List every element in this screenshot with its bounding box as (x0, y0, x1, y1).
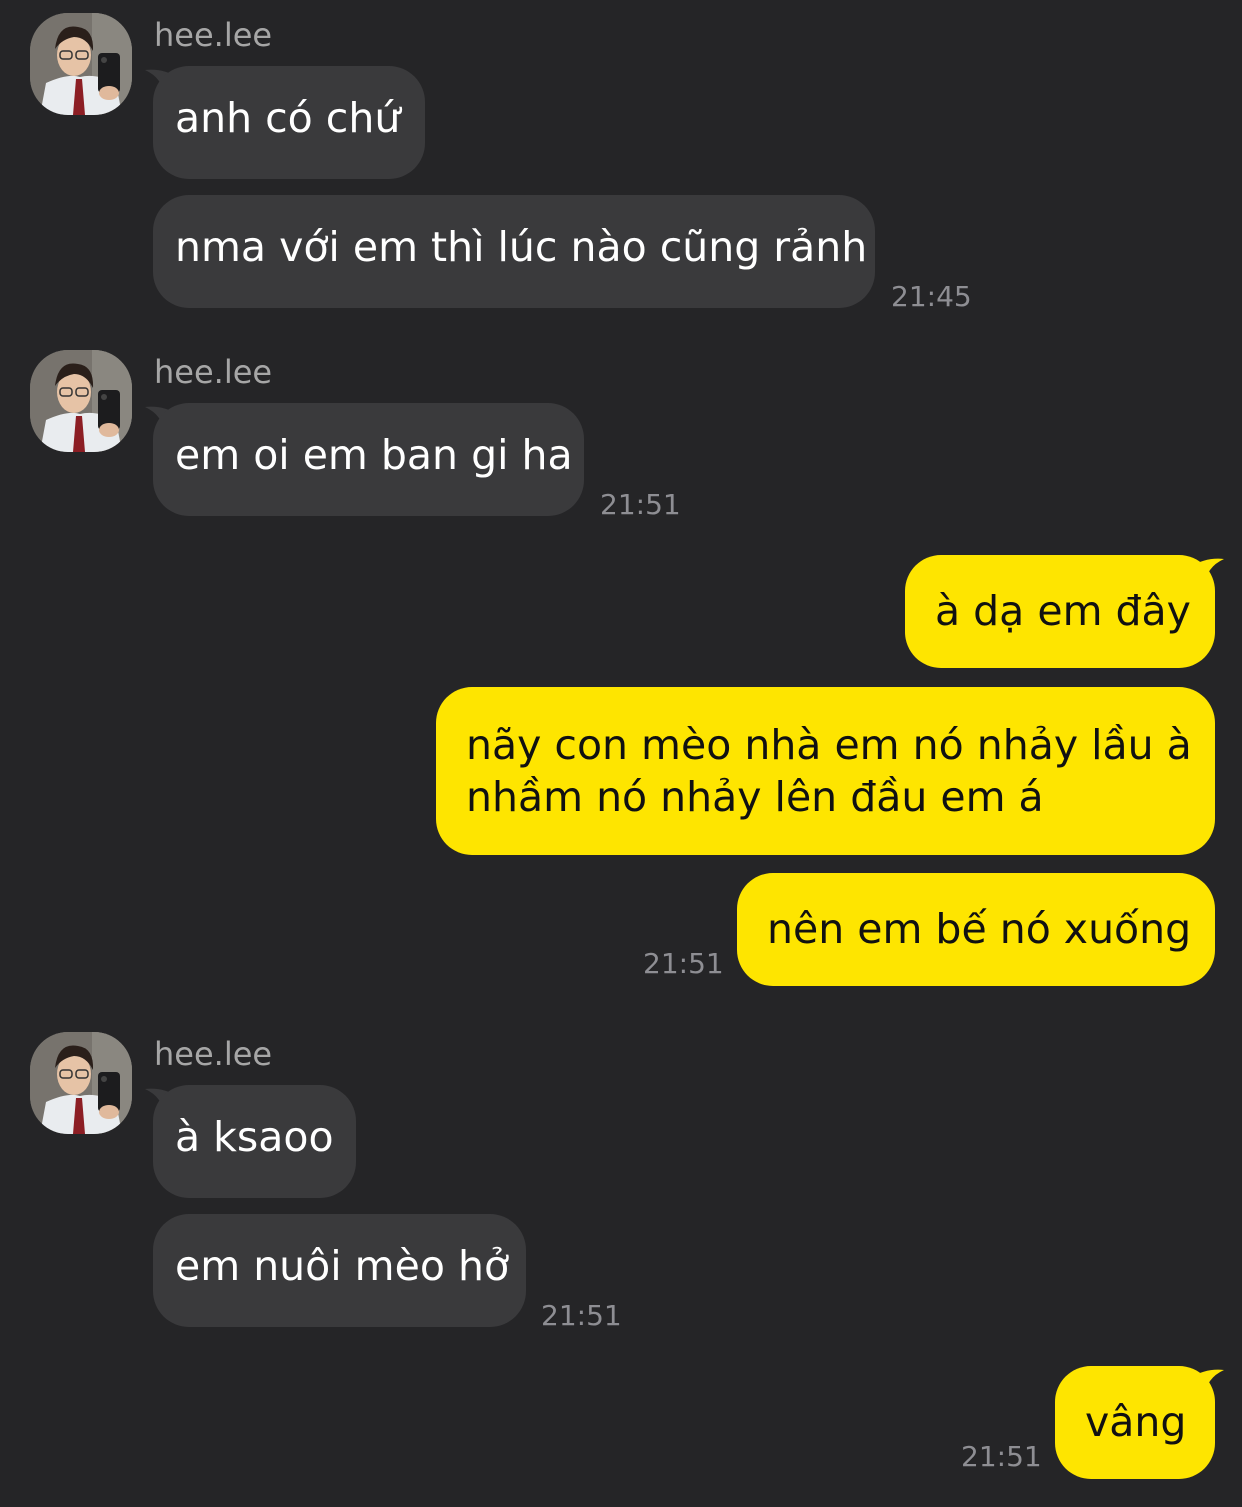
sender-name: hee.lee (154, 16, 273, 54)
message-timestamp: 21:51 (643, 947, 724, 980)
avatar-photo (30, 1032, 132, 1134)
message-text: em nuôi mèo hở (175, 1242, 510, 1290)
message-bubble[interactable]: anh có chứ (153, 66, 425, 179)
message-text: vâng (1085, 1398, 1187, 1446)
sender-avatar[interactable] (30, 350, 132, 452)
message-text: à ksaoo (175, 1113, 334, 1161)
message-text: em oi em ban gi ha (175, 431, 573, 479)
message-bubble[interactable]: nma với em thì lúc nào cũng rảnh (153, 195, 875, 308)
message-text: anh có chứ (175, 94, 401, 142)
message-text: nma với em thì lúc nào cũng rảnh (175, 223, 868, 271)
message-timestamp: 21:51 (541, 1299, 622, 1332)
message-text-line: nhầm nó nhảy lên đầu em á (466, 773, 1044, 821)
avatar-photo (30, 13, 132, 115)
message-timestamp: 21:51 (961, 1440, 1042, 1473)
message-bubble[interactable]: vâng (1055, 1366, 1215, 1479)
sender-name: hee.lee (154, 353, 273, 391)
sender-name: hee.lee (154, 1035, 273, 1073)
message-bubble[interactable]: nãy con mèo nhà em nó nhảy lầu à nhầm nó… (436, 687, 1215, 855)
message-bubble[interactable]: em nuôi mèo hở (153, 1214, 526, 1327)
message-bubble[interactable]: em oi em ban gi ha (153, 403, 584, 516)
avatar-photo (30, 350, 132, 452)
message-text: nên em bế nó xuống (767, 905, 1192, 953)
message-text-line: nãy con mèo nhà em nó nhảy lầu à (466, 721, 1192, 769)
message-timestamp: 21:45 (891, 280, 972, 313)
message-bubble[interactable]: à dạ em đây (905, 555, 1215, 668)
sender-avatar[interactable] (30, 13, 132, 115)
message-bubble[interactable]: nên em bế nó xuống (737, 873, 1215, 986)
message-text: à dạ em đây (935, 587, 1191, 635)
sender-avatar[interactable] (30, 1032, 132, 1134)
message-bubble[interactable]: à ksaoo (153, 1085, 356, 1198)
message-timestamp: 21:51 (600, 488, 681, 521)
